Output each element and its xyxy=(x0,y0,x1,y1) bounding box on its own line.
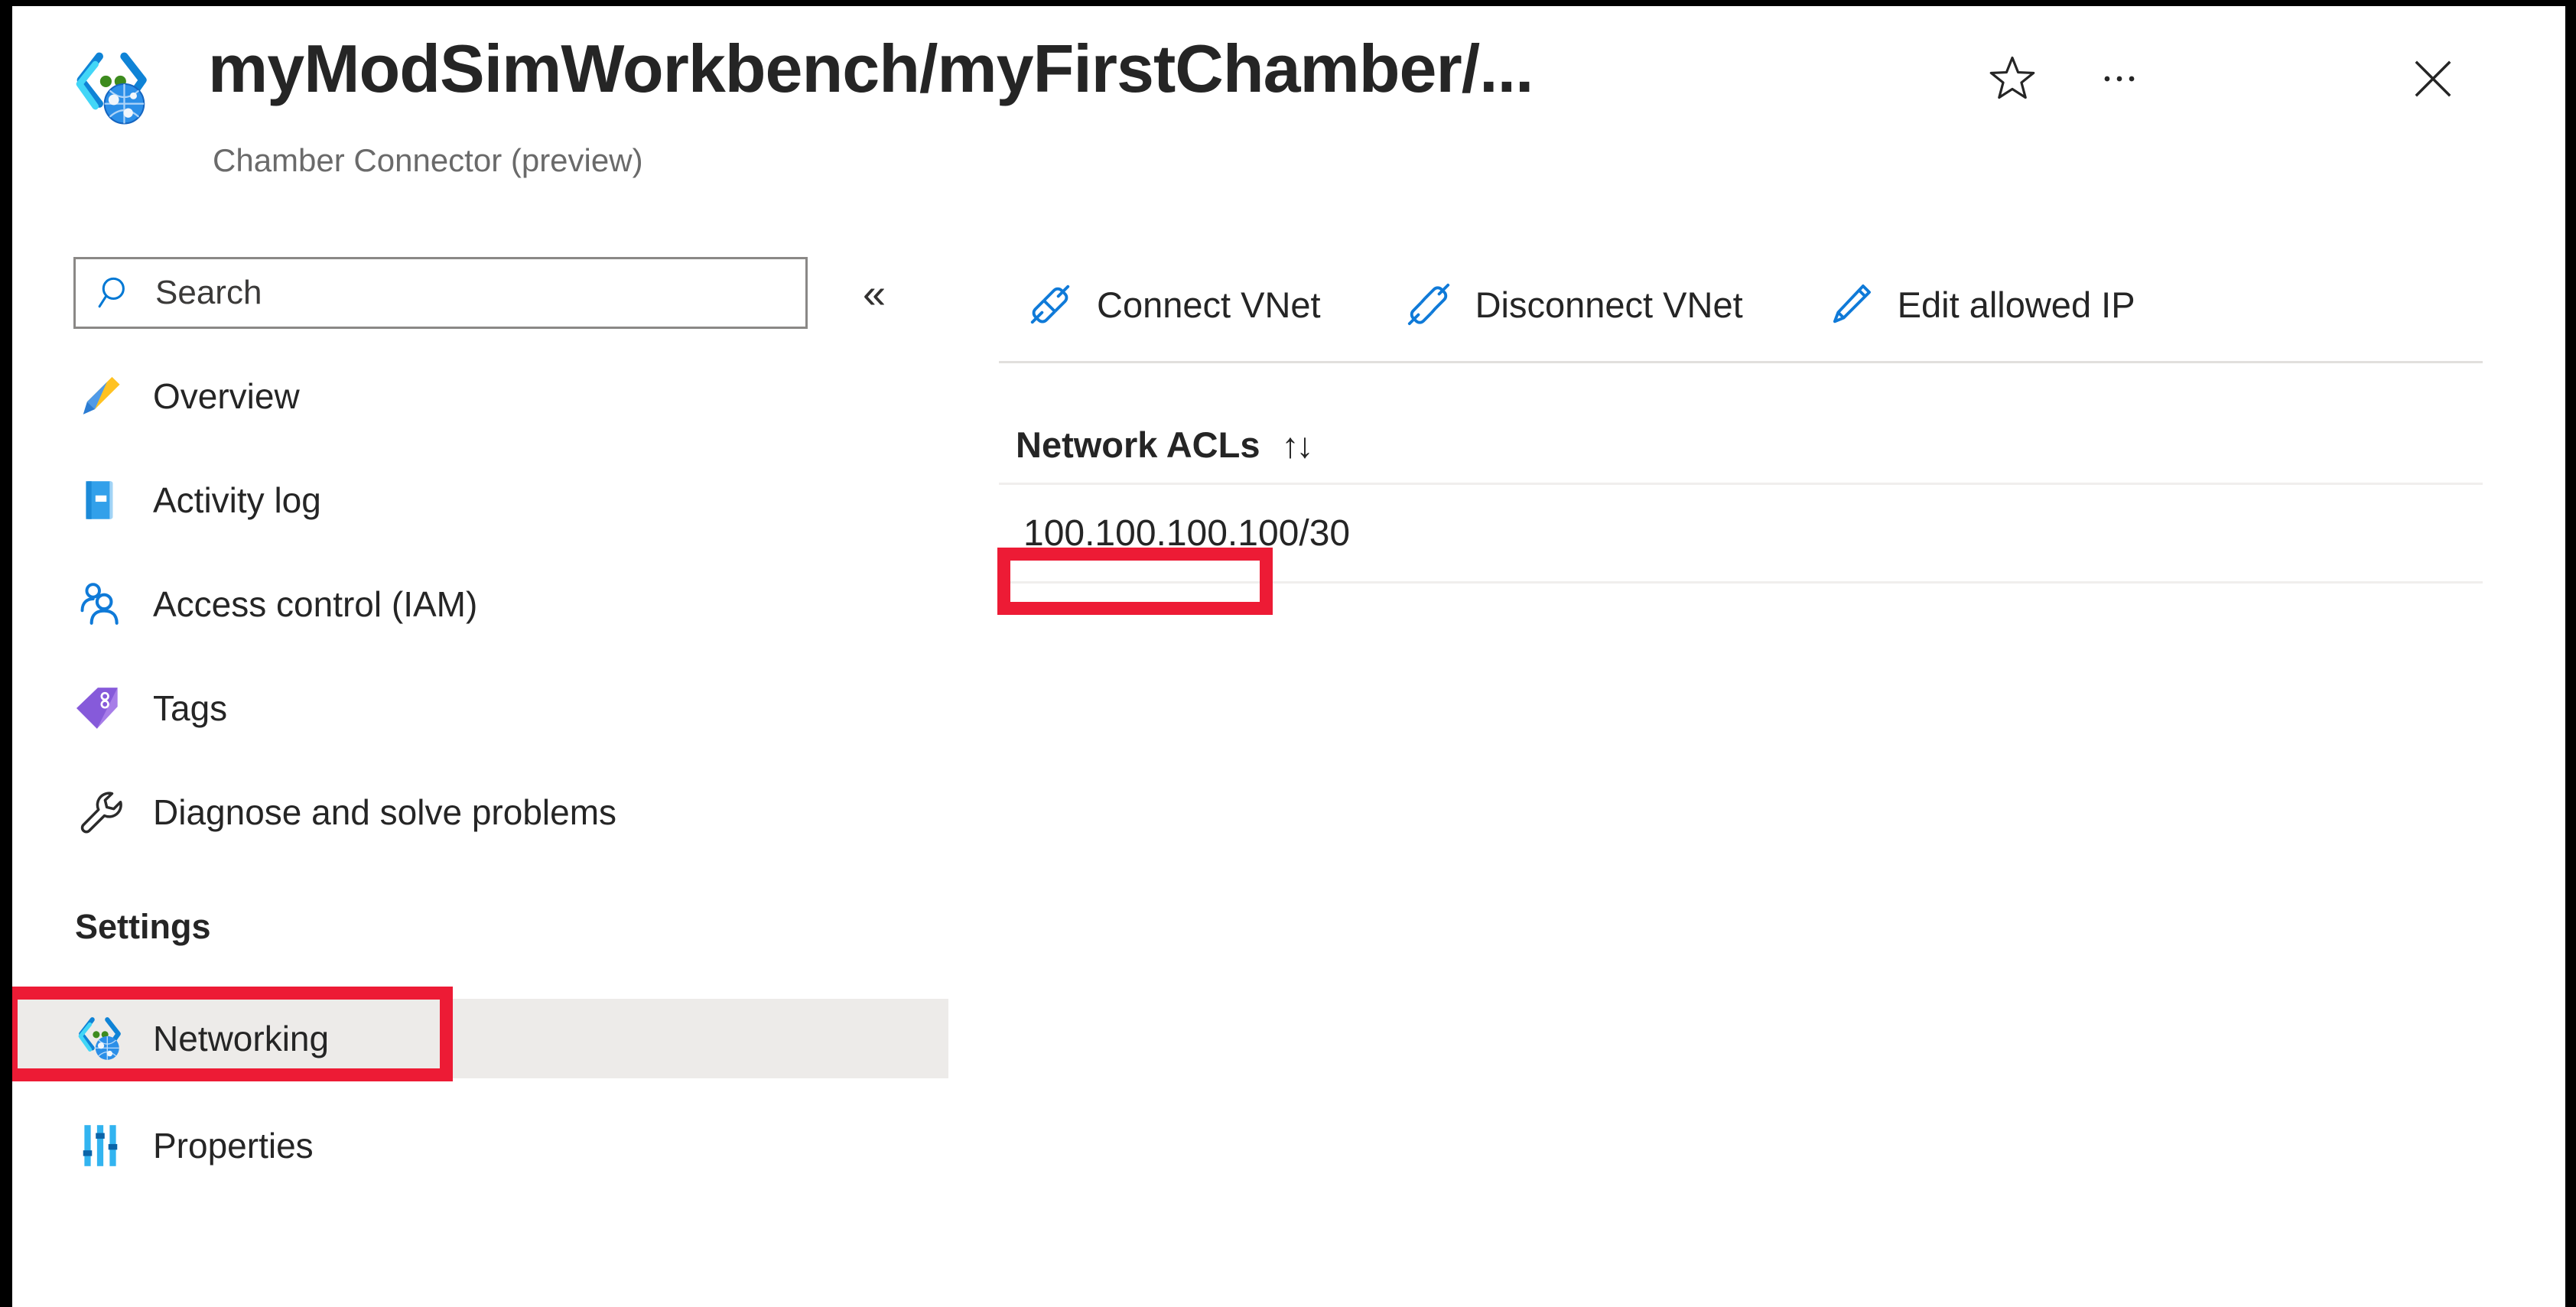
table-divider-bottom xyxy=(999,581,2483,584)
sidebar-item-activity-log[interactable]: Activity log xyxy=(12,460,948,540)
network-acls-title: Network ACLs xyxy=(1016,424,1260,465)
plug-connected-icon xyxy=(1030,284,1070,324)
acl-row-value: 100.100.100.100/30 xyxy=(1023,512,1351,554)
sidebar-item-access-control[interactable]: Access control (IAM) xyxy=(12,564,948,644)
more-options-button[interactable] xyxy=(2085,44,2154,113)
plug-disconnected-icon xyxy=(1407,283,1449,326)
search-icon xyxy=(98,277,125,308)
star-icon xyxy=(1989,56,2035,99)
blade-header: myModSimWorkbench/myFirstChamber/... Cha… xyxy=(12,6,2565,211)
page-title: myModSimWorkbench/myFirstChamber/... xyxy=(208,31,1534,106)
command-label: Edit allowed IP xyxy=(1897,284,2135,325)
connect-vnet-button[interactable]: Connect VNet xyxy=(1013,263,1335,346)
close-button[interactable] xyxy=(2399,44,2467,113)
sidebar-item-networking[interactable]: Networking xyxy=(12,999,948,1078)
sort-arrows-icon[interactable]: ↑↓ xyxy=(1281,424,1313,466)
screenshot-frame: myModSimWorkbench/myFirstChamber/... Cha… xyxy=(0,0,2576,1307)
chamber-connector-icon xyxy=(76,52,147,125)
command-label: Disconnect VNet xyxy=(1475,284,1743,325)
collapse-sidebar-button[interactable]: « xyxy=(847,271,901,317)
command-bar: Connect VNet Disconnect VNet Edit allowe… xyxy=(999,251,2565,358)
sidebar-item-label: Properties xyxy=(153,1126,314,1166)
network-acls-header: Network ACLs ↑↓ xyxy=(1016,424,1313,466)
close-icon xyxy=(2415,60,2451,97)
sidebar-item-label: Networking xyxy=(153,1019,330,1058)
sidebar: « Overview Activity log xyxy=(12,211,999,1307)
sidebar-item-diagnose[interactable]: Diagnose and solve problems xyxy=(12,772,948,852)
search-input[interactable] xyxy=(155,266,737,320)
ellipsis-icon xyxy=(2104,76,2135,82)
sidebar-item-label: Diagnose and solve problems xyxy=(153,792,617,832)
pencil-icon xyxy=(1833,284,1871,323)
favorite-button[interactable] xyxy=(1978,44,2047,113)
page-subtitle: Chamber Connector (preview) xyxy=(213,142,643,178)
properties-icon xyxy=(83,1125,118,1166)
command-bar-divider xyxy=(999,361,2483,363)
search-box[interactable] xyxy=(73,257,808,329)
overview-icon xyxy=(83,376,120,415)
people-icon xyxy=(80,583,119,625)
sidebar-section-settings: Settings xyxy=(75,907,211,946)
activity-log-icon xyxy=(86,481,113,519)
networking-icon xyxy=(78,1017,121,1060)
main-content: Connect VNet Disconnect VNet Edit allowe… xyxy=(999,211,2565,1307)
sidebar-item-tags[interactable]: Tags xyxy=(12,668,948,748)
sidebar-item-label: Activity log xyxy=(153,480,321,520)
edit-allowed-ip-button[interactable]: Edit allowed IP xyxy=(1813,263,2149,346)
sidebar-item-label: Access control (IAM) xyxy=(153,584,478,624)
sidebar-item-label: Overview xyxy=(153,376,300,416)
disconnect-vnet-button[interactable]: Disconnect VNet xyxy=(1391,263,1757,346)
sidebar-item-overview[interactable]: Overview xyxy=(12,356,948,436)
tag-icon xyxy=(76,688,118,729)
sidebar-item-label: Tags xyxy=(153,688,228,728)
wrench-icon xyxy=(80,792,122,834)
table-row[interactable]: 100.100.100.100/30 xyxy=(999,485,2483,581)
sidebar-item-properties[interactable]: Properties xyxy=(12,1106,948,1185)
command-label: Connect VNet xyxy=(1097,284,1321,325)
azure-portal-blade: myModSimWorkbench/myFirstChamber/... Cha… xyxy=(12,6,2565,1307)
